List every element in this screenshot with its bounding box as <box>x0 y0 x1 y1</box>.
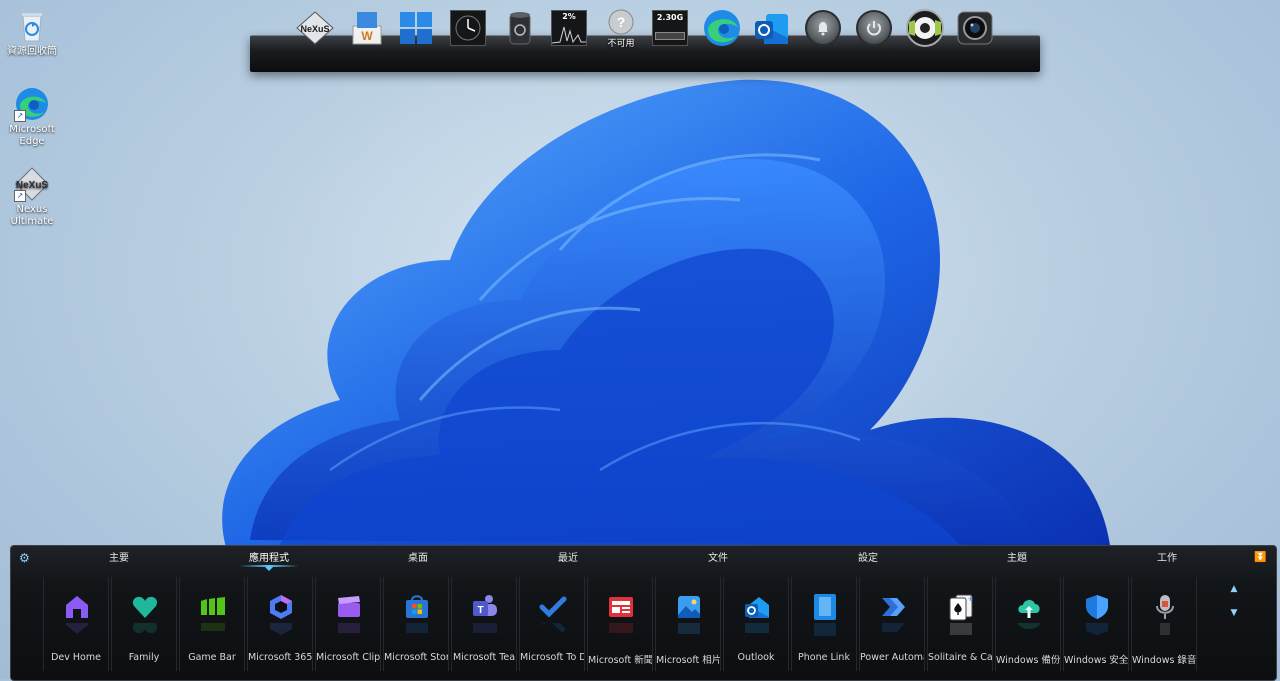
app-tile-power-automate[interactable]: Power Automa <box>859 577 925 671</box>
app-label: Windows 錄音 <box>1132 655 1196 666</box>
app-tile-windows-backup[interactable]: Windows 備份 <box>995 577 1061 671</box>
family-heart-icon <box>131 593 159 621</box>
tab-documents[interactable]: 文件 <box>658 549 778 564</box>
outlook-dock-icon[interactable] <box>752 8 792 48</box>
nexus-icon: NeXuS ↗ <box>14 166 50 202</box>
app-tile-news[interactable]: Microsoft 新聞 <box>587 577 653 671</box>
nexus-logo-icon[interactable]: NeXuS <box>295 8 335 48</box>
app-label: Microsoft Stor <box>384 652 448 663</box>
gear-icon[interactable]: ⚙ <box>19 552 31 564</box>
security-shield-icon <box>1083 593 1111 621</box>
scroll-down-icon[interactable]: ▼ <box>1229 608 1239 618</box>
app-label: Microsoft 新聞 <box>588 655 652 666</box>
teams-icon: T <box>471 593 499 621</box>
outlook-icon <box>743 593 771 621</box>
game-bar-icon <box>199 593 227 621</box>
tab-applications[interactable]: 應用程式 <box>209 549 329 564</box>
app-tile-microsoft-365[interactable]: Microsoft 365 <box>247 577 313 671</box>
cpu-meter-icon[interactable]: 2% <box>549 8 589 48</box>
microsoft-365-icon <box>267 593 295 621</box>
edge-dock-icon[interactable] <box>702 8 742 48</box>
start-panel: ⚙ 主要 應用程式 桌面 最近 文件 設定 主題 工作 ⏬ Dev Home F… <box>10 545 1277 681</box>
app-tile-phone-link[interactable]: Phone Link <box>791 577 857 671</box>
clipchamp-icon <box>335 593 363 621</box>
shortcut-arrow-icon: ↗ <box>14 110 26 122</box>
news-icon <box>607 593 635 621</box>
app-tile-windows-recorder[interactable]: Windows 錄音 <box>1131 577 1197 671</box>
app-tile-store[interactable]: Microsoft Stor <box>383 577 449 671</box>
svg-text:?: ? <box>617 14 626 30</box>
app-label: Microsoft To D <box>520 652 584 663</box>
app-label: Microsoft Clipc <box>316 652 380 663</box>
windows-start-icon[interactable] <box>396 8 436 48</box>
desktop-icon-label: Microsoft Edge <box>9 124 55 147</box>
shortcut-arrow-icon: ↗ <box>14 190 26 202</box>
power-icon[interactable] <box>854 8 894 48</box>
unavailable-label: 不可用 <box>607 39 635 49</box>
desktop-icon-edge[interactable]: ↗ Microsoft Edge <box>4 86 60 148</box>
tab-settings[interactable]: 設定 <box>808 549 928 564</box>
app-label: Microsoft Tea <box>452 652 516 663</box>
tab-desktop[interactable]: 桌面 <box>358 549 478 564</box>
app-label: Dev Home <box>51 652 101 663</box>
svg-text:W: W <box>361 29 373 43</box>
active-tab-caret <box>265 567 273 571</box>
app-label: Windows 備份 <box>996 655 1060 666</box>
recorder-mic-icon <box>1151 593 1179 621</box>
app-tile-outlook[interactable]: Outlook <box>723 577 789 671</box>
svg-text:T: T <box>477 605 483 616</box>
power-automate-icon <box>879 593 907 621</box>
app-tile-family[interactable]: Family <box>111 577 177 671</box>
app-grid: Dev Home Family Game Bar Microsoft 365 M… <box>43 577 1215 671</box>
todo-check-icon <box>539 593 567 621</box>
notification-bell-icon[interactable] <box>803 8 843 48</box>
app-tile-teams[interactable]: T Microsoft Tea <box>451 577 517 671</box>
app-tile-photos[interactable]: Microsoft 相片 <box>655 577 721 671</box>
tab-main[interactable]: 主要 <box>59 549 179 564</box>
backup-cloud-icon <box>1015 593 1043 621</box>
tab-tasks[interactable]: 工作 <box>1107 549 1227 564</box>
desktop-icon-nexus[interactable]: NeXuS ↗ Nexus Ultimate <box>4 166 60 228</box>
unavailable-icon[interactable]: ? 不可用 <box>601 8 641 49</box>
app-label: Game Bar <box>188 652 236 663</box>
tab-recent[interactable]: 最近 <box>508 549 628 564</box>
store-icon <box>403 593 431 621</box>
clock-icon[interactable] <box>448 8 488 48</box>
app-label: Outlook <box>737 652 775 663</box>
panel-tabs: ⚙ 主要 應用程式 桌面 最近 文件 設定 主題 工作 ⏬ <box>11 546 1276 571</box>
app-tile-solitaire[interactable]: + Solitaire & Cas <box>927 577 993 671</box>
collapse-icon[interactable]: ⏬ <box>1254 552 1266 564</box>
recycle-bin-icon <box>14 8 50 44</box>
phone-link-icon <box>811 593 839 621</box>
photos-icon <box>675 593 703 621</box>
app-tile-game-bar[interactable]: Game Bar <box>179 577 245 671</box>
dev-home-icon <box>63 593 91 621</box>
app-label: Microsoft 相片 <box>656 655 720 666</box>
app-label: Power Automa <box>860 652 924 663</box>
desktop-icon-label: 資源回收筒 <box>7 46 57 57</box>
desktop-icon-recycle-bin[interactable]: 資源回收筒 <box>4 8 60 58</box>
app-label: Phone Link <box>798 652 850 663</box>
app-label: Family <box>128 652 160 663</box>
app-tile-clipchamp[interactable]: Microsoft Clipc <box>315 577 381 671</box>
app-label: Windows 安全 <box>1064 655 1128 666</box>
app-label: Solitaire & Cas <box>928 652 992 663</box>
app-label: Microsoft 365 <box>248 652 312 663</box>
app-tile-todo[interactable]: Microsoft To D <box>519 577 585 671</box>
media-player-icon[interactable] <box>905 8 945 48</box>
camera-icon[interactable] <box>955 8 995 48</box>
scroll-up-icon[interactable]: ▲ <box>1229 584 1239 594</box>
winstep-icon[interactable]: W <box>347 8 387 48</box>
app-tile-windows-security[interactable]: Windows 安全 <box>1063 577 1129 671</box>
solitaire-icon: + <box>947 593 975 621</box>
desktop-icon-label: Nexus Ultimate <box>10 204 54 227</box>
app-tile-dev-home[interactable]: Dev Home <box>43 577 109 671</box>
svg-text:+: + <box>968 594 973 604</box>
tab-themes[interactable]: 主題 <box>957 549 1077 564</box>
edge-icon: ↗ <box>14 86 50 122</box>
svg-text:NeXuS: NeXuS <box>300 24 329 34</box>
memory-meter-icon[interactable]: 2.30G <box>650 8 690 48</box>
recycle-bin-dock-icon[interactable] <box>500 8 540 48</box>
